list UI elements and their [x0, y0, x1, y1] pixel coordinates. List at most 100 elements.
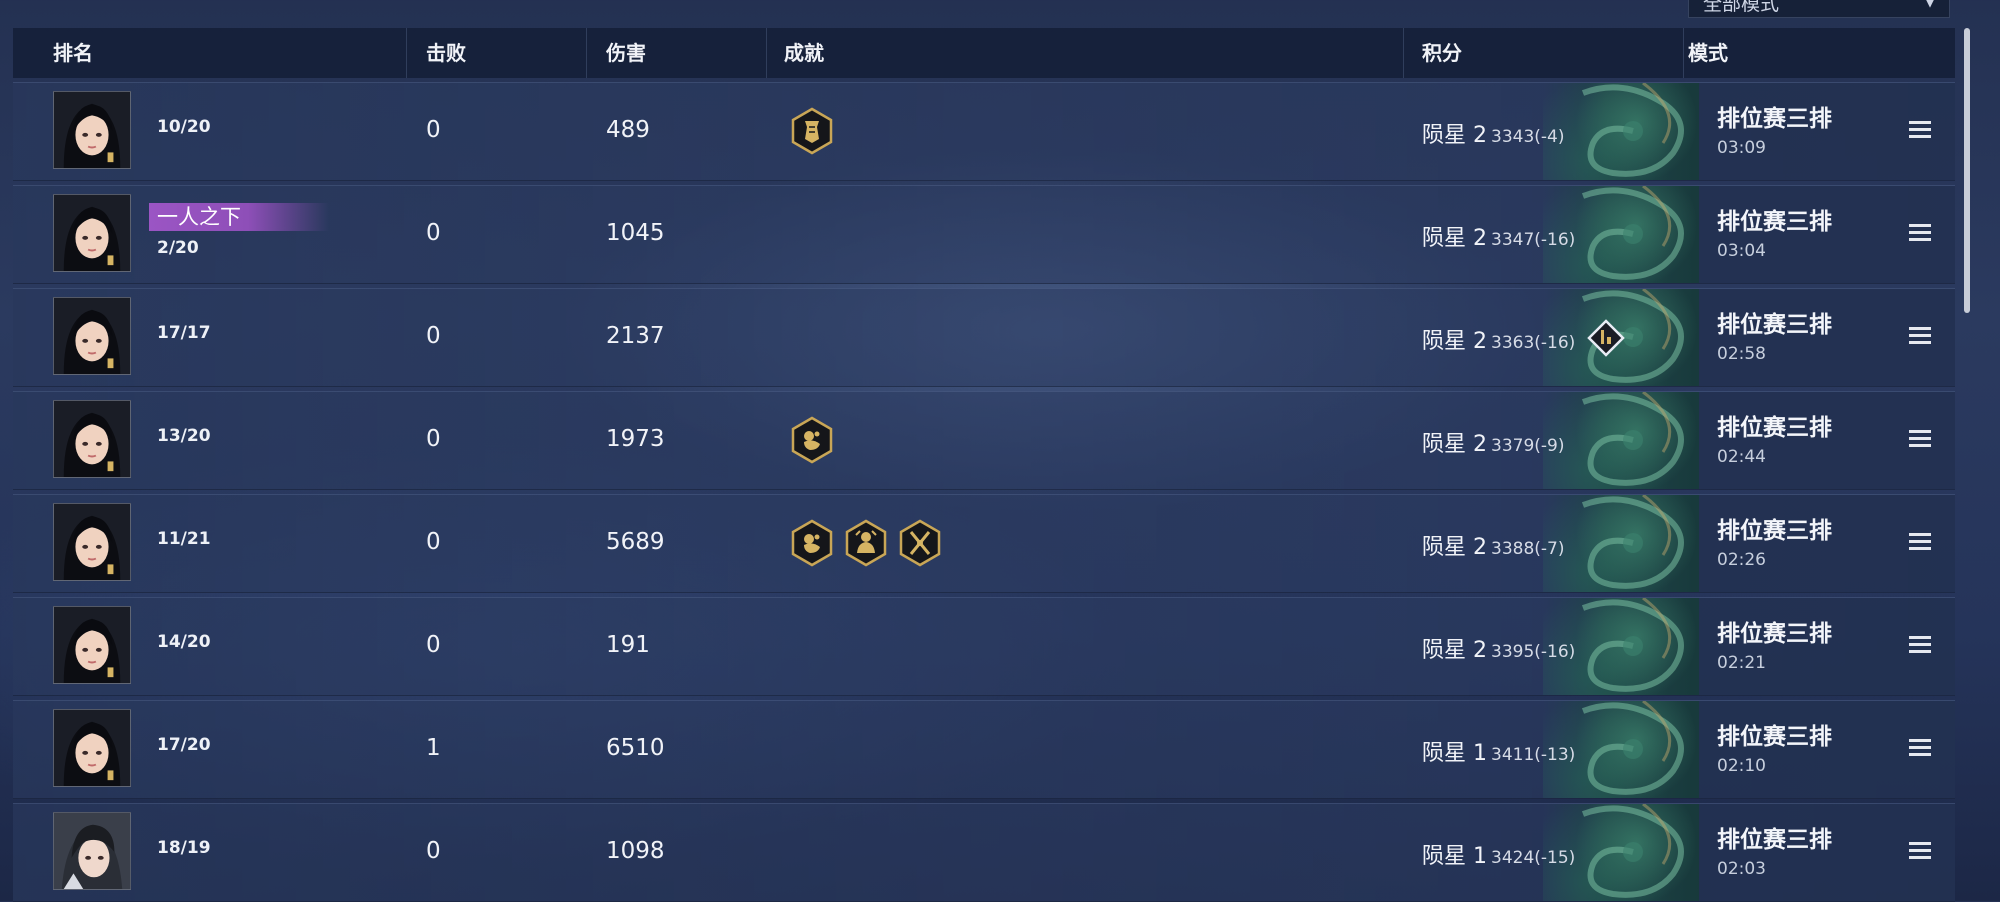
- menu-icon[interactable]: [1909, 533, 1931, 551]
- table-row[interactable]: 11/21 0 5689 陨星 2 3388(-7) 排位赛三排 02:26: [13, 494, 1955, 593]
- placement-ratio: 10/20: [157, 117, 211, 137]
- kills-value: 0: [426, 323, 441, 349]
- placement-ratio: 17/20: [157, 735, 211, 755]
- rank-points: 3343(-4): [1491, 127, 1565, 147]
- rank-tier: 陨星 2: [1422, 432, 1487, 457]
- beast-achievement-icon[interactable]: [790, 519, 834, 567]
- rank-points: 3379(-9): [1491, 436, 1565, 456]
- kills-value: 0: [426, 529, 441, 555]
- achievement-list: [790, 107, 834, 155]
- achievement-list: [790, 519, 942, 567]
- guardian-achievement-icon[interactable]: [844, 519, 888, 567]
- female-hero-avatar[interactable]: [53, 91, 131, 169]
- rank-value: 陨星 1 3411(-13): [1422, 735, 1575, 767]
- placement-ratio: 17/17: [157, 323, 211, 343]
- menu-icon[interactable]: [1909, 224, 1931, 242]
- kills-value: 0: [426, 632, 441, 658]
- match-history-table: 排名 击败 伤害 成就 积分 模式 10/20 0 489 陨星 2 3343(…: [13, 28, 1955, 902]
- header-kills: 击败: [426, 41, 466, 65]
- header-rank: 排名: [53, 41, 93, 65]
- rank-value: 陨星 2 3388(-7): [1422, 529, 1564, 561]
- menu-icon[interactable]: [1909, 739, 1931, 757]
- table-row[interactable]: 18/19 0 1098 陨星 1 3424(-15) 排位赛三排 02:03: [13, 803, 1955, 902]
- table-row[interactable]: 17/20 1 6510 陨星 1 3411(-13) 排位赛三排 02:10: [13, 700, 1955, 799]
- banner-achievement-icon[interactable]: [790, 107, 834, 155]
- kills-value: 0: [426, 426, 441, 452]
- damage-value: 5689: [606, 529, 665, 555]
- rank-tier: 陨星 2: [1422, 329, 1487, 354]
- menu-icon[interactable]: [1909, 430, 1931, 448]
- rank-tier: 陨星 1: [1422, 844, 1487, 869]
- placement-ratio: 2/20: [157, 238, 199, 258]
- table-row[interactable]: 14/20 0 191 陨星 2 3395(-16) 排位赛三排 02:21: [13, 597, 1955, 696]
- rank-value: 陨星 1 3424(-15): [1422, 838, 1575, 870]
- placement-ratio: 11/21: [157, 529, 211, 549]
- rank-value: 陨星 2 3395(-16): [1422, 632, 1575, 664]
- menu-icon[interactable]: [1909, 842, 1931, 860]
- match-duration: 03:04: [1717, 241, 1766, 261]
- scrollbar[interactable]: [1964, 28, 1970, 313]
- table-row[interactable]: 10/20 0 489 陨星 2 3343(-4) 排位赛三排 03:09: [13, 82, 1955, 181]
- rank-points: 3411(-13): [1491, 745, 1576, 765]
- kills-value: 0: [426, 220, 441, 246]
- damage-value: 6510: [606, 735, 665, 761]
- female-hero-avatar[interactable]: [53, 194, 131, 272]
- rank-points: 3395(-16): [1491, 642, 1576, 662]
- female-hero-avatar[interactable]: [53, 606, 131, 684]
- crossed-swords-achievement-icon[interactable]: [898, 519, 942, 567]
- mode-name: 排位赛三排: [1717, 621, 1832, 647]
- rank-points: 3388(-7): [1491, 539, 1565, 559]
- achievement-list: [790, 416, 834, 464]
- menu-icon[interactable]: [1909, 636, 1931, 654]
- rank-emblem-background: [1543, 83, 1699, 180]
- female-hero-avatar[interactable]: [53, 400, 131, 478]
- placement-ratio: 13/20: [157, 426, 211, 446]
- rank-points: 3424(-15): [1491, 848, 1576, 868]
- table-row[interactable]: 一人之下 2/20 0 1045 陨星 2 3347(-16) 排位赛三排 03:…: [13, 185, 1955, 284]
- mode-cell: 排位赛三排 02:26: [1699, 495, 1955, 592]
- table-row[interactable]: 17/17 0 2137 陨星 2 3363(-16) 排位赛三排 02:58: [13, 288, 1955, 387]
- female-hero-avatar[interactable]: [53, 297, 131, 375]
- rank-tier: 陨星 2: [1422, 638, 1487, 663]
- match-duration: 02:26: [1717, 550, 1766, 570]
- rank-diamond-icon: [1587, 319, 1625, 357]
- header-mode: 模式: [1688, 41, 1728, 65]
- match-duration: 02:21: [1717, 653, 1766, 673]
- menu-icon[interactable]: [1909, 327, 1931, 345]
- mode-name: 排位赛三排: [1717, 724, 1832, 750]
- kills-value: 1: [426, 735, 441, 761]
- table-header: 排名 击败 伤害 成就 积分 模式: [13, 28, 1955, 78]
- menu-icon[interactable]: [1909, 121, 1931, 139]
- beast-achievement-icon[interactable]: [790, 416, 834, 464]
- table-row[interactable]: 13/20 0 1973 陨星 2 3379(-9) 排位赛三排 02:44: [13, 391, 1955, 490]
- chevron-down-icon: ▼: [1925, 0, 1935, 10]
- rank-value: 陨星 2 3363(-16): [1422, 323, 1575, 355]
- damage-value: 191: [606, 632, 650, 658]
- rank-points: 3363(-16): [1491, 333, 1576, 353]
- damage-value: 1045: [606, 220, 665, 246]
- mode-filter-dropdown[interactable]: 全部模式 ▼: [1688, 0, 1950, 18]
- mode-name: 排位赛三排: [1717, 518, 1832, 544]
- mode-name: 排位赛三排: [1717, 312, 1832, 338]
- female-hero-avatar[interactable]: [53, 503, 131, 581]
- mode-name: 排位赛三排: [1717, 209, 1832, 235]
- male-hero-avatar[interactable]: [53, 812, 131, 890]
- kills-value: 0: [426, 117, 441, 143]
- rank-value: 陨星 2 3379(-9): [1422, 426, 1564, 458]
- mode-cell: 排位赛三排 03:04: [1699, 186, 1955, 283]
- rank-points: 3347(-16): [1491, 230, 1576, 250]
- table-body: 10/20 0 489 陨星 2 3343(-4) 排位赛三排 03:09 一人…: [13, 82, 1955, 902]
- mode-cell: 排位赛三排 02:21: [1699, 598, 1955, 695]
- rank-emblem-background: [1543, 392, 1699, 489]
- rank-emblem-background: [1543, 495, 1699, 592]
- mode-name: 排位赛三排: [1717, 415, 1832, 441]
- mode-cell: 排位赛三排 02:10: [1699, 701, 1955, 798]
- rank-tier: 陨星 2: [1422, 123, 1487, 148]
- header-score: 积分: [1422, 41, 1462, 65]
- rank-tier: 陨星 1: [1422, 741, 1487, 766]
- mode-name: 排位赛三排: [1717, 827, 1832, 853]
- title-badge: 一人之下: [149, 203, 329, 231]
- mode-cell: 排位赛三排 02:44: [1699, 392, 1955, 489]
- female-hero-avatar[interactable]: [53, 709, 131, 787]
- mode-name: 排位赛三排: [1717, 106, 1832, 132]
